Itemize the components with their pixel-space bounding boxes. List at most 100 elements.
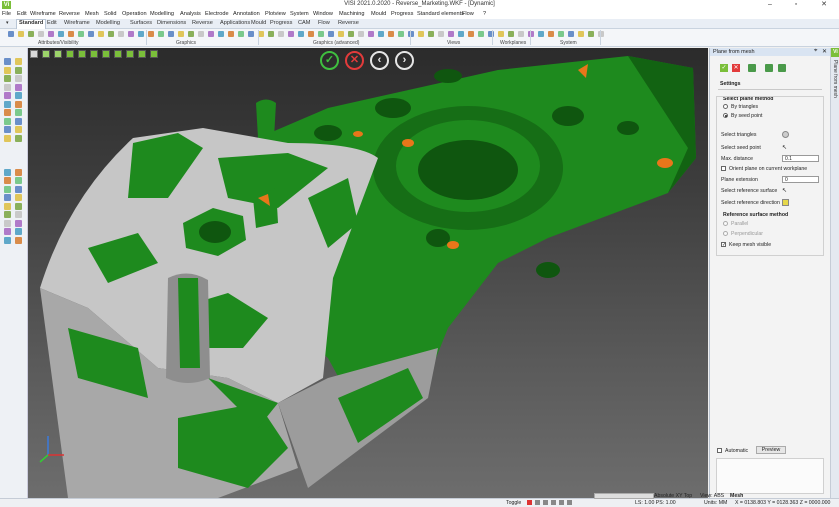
preview-button[interactable]: Preview bbox=[756, 446, 786, 454]
ribbon-tool-icon[interactable] bbox=[8, 31, 14, 37]
left-tool-icon[interactable] bbox=[4, 134, 11, 142]
ribbon-tool-icon[interactable] bbox=[308, 31, 314, 37]
menu-item-reverse[interactable]: Reverse bbox=[59, 11, 80, 17]
left-tool-icon[interactable] bbox=[4, 236, 11, 244]
left-tool-icon[interactable] bbox=[4, 109, 11, 116]
menu-item-edit[interactable]: Edit bbox=[17, 11, 27, 17]
menu-item-mesh[interactable]: Mesh bbox=[85, 11, 99, 17]
left-tool-icon[interactable] bbox=[15, 185, 22, 193]
ribbon-tool-icon[interactable] bbox=[88, 31, 94, 37]
ribbon-tool-icon[interactable] bbox=[158, 31, 164, 37]
ribbon-tool-icon[interactable] bbox=[48, 31, 54, 37]
left-tool-icon[interactable] bbox=[15, 100, 22, 108]
menu-item-solid[interactable]: Solid bbox=[104, 11, 116, 17]
ribbon-tool-icon[interactable] bbox=[178, 31, 184, 37]
left-tool-icon[interactable] bbox=[15, 134, 22, 142]
menu-item-flow[interactable]: Flow bbox=[462, 11, 474, 17]
ribbon-tool-icon[interactable] bbox=[28, 31, 34, 37]
left-tool-icon[interactable] bbox=[4, 58, 11, 65]
tab-applications-7[interactable]: Applications bbox=[220, 20, 250, 26]
tab-progress-9[interactable]: Progress bbox=[270, 20, 292, 26]
side-tab-plane-from-mesh[interactable]: Plane from mesh bbox=[832, 60, 838, 98]
menu-item--[interactable]: ? bbox=[483, 11, 486, 17]
menu-item-file[interactable]: File bbox=[2, 11, 11, 17]
pin-icon[interactable]: ⌖ bbox=[814, 48, 817, 55]
menu-item-electrode[interactable]: Electrode bbox=[205, 11, 229, 17]
ribbon-tool-icon[interactable] bbox=[248, 31, 254, 37]
automatic-checkbox[interactable] bbox=[717, 448, 722, 453]
menu-item-mould[interactable]: Mould bbox=[371, 11, 386, 17]
ribbon-tool-icon[interactable] bbox=[568, 31, 574, 37]
left-tool-icon[interactable] bbox=[4, 117, 11, 125]
load-settings-icon[interactable] bbox=[778, 64, 786, 72]
undo-icon[interactable] bbox=[748, 64, 756, 72]
tab-modelling-3[interactable]: Modelling bbox=[96, 20, 120, 26]
ribbon-tool-icon[interactable] bbox=[38, 31, 44, 37]
left-tool-icon[interactable] bbox=[4, 92, 11, 99]
minimize-icon[interactable]: – bbox=[758, 0, 782, 10]
ribbon-tool-icon[interactable] bbox=[548, 31, 554, 37]
menu-item-progress[interactable]: Progress bbox=[391, 11, 413, 17]
left-tool-icon[interactable] bbox=[15, 168, 22, 176]
ribbon-tool-icon[interactable] bbox=[128, 31, 134, 37]
ribbon-tool-icon[interactable] bbox=[98, 31, 104, 37]
ribbon-tool-icon[interactable] bbox=[328, 31, 334, 37]
ribbon-tool-icon[interactable] bbox=[338, 31, 344, 37]
left-tool-icon[interactable] bbox=[15, 194, 22, 201]
status-icon[interactable] bbox=[559, 500, 564, 505]
left-tool-icon[interactable] bbox=[15, 75, 22, 82]
ribbon-tool-icon[interactable] bbox=[18, 31, 24, 37]
left-tool-icon[interactable] bbox=[4, 126, 11, 133]
left-tool-icon[interactable] bbox=[15, 228, 22, 235]
left-tool-icon[interactable] bbox=[15, 236, 22, 244]
ribbon-tool-icon[interactable] bbox=[218, 31, 224, 37]
ribbon-tool-icon[interactable] bbox=[268, 31, 274, 37]
maximize-icon[interactable]: ▫ bbox=[784, 0, 808, 10]
menu-item-plotview[interactable]: Plotview bbox=[265, 11, 286, 17]
ribbon-tool-icon[interactable] bbox=[388, 31, 394, 37]
left-tool-icon[interactable] bbox=[4, 100, 11, 108]
left-tool-icon[interactable] bbox=[15, 126, 22, 133]
menu-item-analysis[interactable]: Analysis bbox=[180, 11, 201, 17]
ribbon-tool-icon[interactable] bbox=[448, 31, 454, 37]
ribbon-tool-icon[interactable] bbox=[138, 31, 144, 37]
panel-close-icon[interactable]: ✕ bbox=[822, 48, 827, 55]
left-tool-icon[interactable] bbox=[15, 219, 22, 227]
ribbon-tool-icon[interactable] bbox=[278, 31, 284, 37]
ribbon-tool-icon[interactable] bbox=[348, 31, 354, 37]
ribbon-tool-icon[interactable] bbox=[68, 31, 74, 37]
ribbon-tool-icon[interactable] bbox=[408, 31, 414, 37]
status-icon[interactable] bbox=[543, 500, 548, 505]
left-tool-icon[interactable] bbox=[15, 109, 22, 116]
ribbon-tool-icon[interactable] bbox=[518, 31, 524, 37]
ribbon-tool-icon[interactable] bbox=[208, 31, 214, 37]
tab-reverse-12[interactable]: Reverse bbox=[338, 20, 359, 26]
status-icon[interactable] bbox=[567, 500, 572, 505]
tab-flow-11[interactable]: Flow bbox=[318, 20, 330, 26]
ribbon-tool-icon[interactable] bbox=[378, 31, 384, 37]
3d-viewport[interactable]: ✓ ✕ ‹ › bbox=[28, 48, 708, 498]
tab-cam-10[interactable]: CAM bbox=[298, 20, 310, 26]
ribbon-tool-icon[interactable] bbox=[488, 31, 494, 37]
ribbon-tool-icon[interactable] bbox=[398, 31, 404, 37]
left-tool-icon[interactable] bbox=[4, 185, 11, 193]
ribbon-tool-icon[interactable] bbox=[288, 31, 294, 37]
ribbon-tool-icon[interactable] bbox=[598, 31, 604, 37]
left-tool-icon[interactable] bbox=[15, 117, 22, 125]
ribbon-tool-icon[interactable] bbox=[198, 31, 204, 37]
ribbon-tool-icon[interactable] bbox=[438, 31, 444, 37]
menu-item-machining[interactable]: Machining bbox=[339, 11, 365, 17]
left-tool-icon[interactable] bbox=[15, 202, 22, 210]
cancel-icon[interactable]: ✕ bbox=[732, 64, 740, 72]
left-tool-icon[interactable] bbox=[15, 58, 22, 65]
ribbon-tool-icon[interactable] bbox=[578, 31, 584, 37]
ribbon-tool-icon[interactable] bbox=[418, 31, 424, 37]
menu-item-system[interactable]: System bbox=[290, 11, 309, 17]
apply-icon[interactable]: ✓ bbox=[720, 64, 728, 72]
left-tool-icon[interactable] bbox=[15, 92, 22, 99]
status-icon[interactable] bbox=[535, 500, 540, 505]
ribbon-tool-icon[interactable] bbox=[558, 31, 564, 37]
tab-surfaces-4[interactable]: Surfaces bbox=[130, 20, 152, 26]
ribbon-tool-icon[interactable] bbox=[298, 31, 304, 37]
status-icon[interactable] bbox=[551, 500, 556, 505]
